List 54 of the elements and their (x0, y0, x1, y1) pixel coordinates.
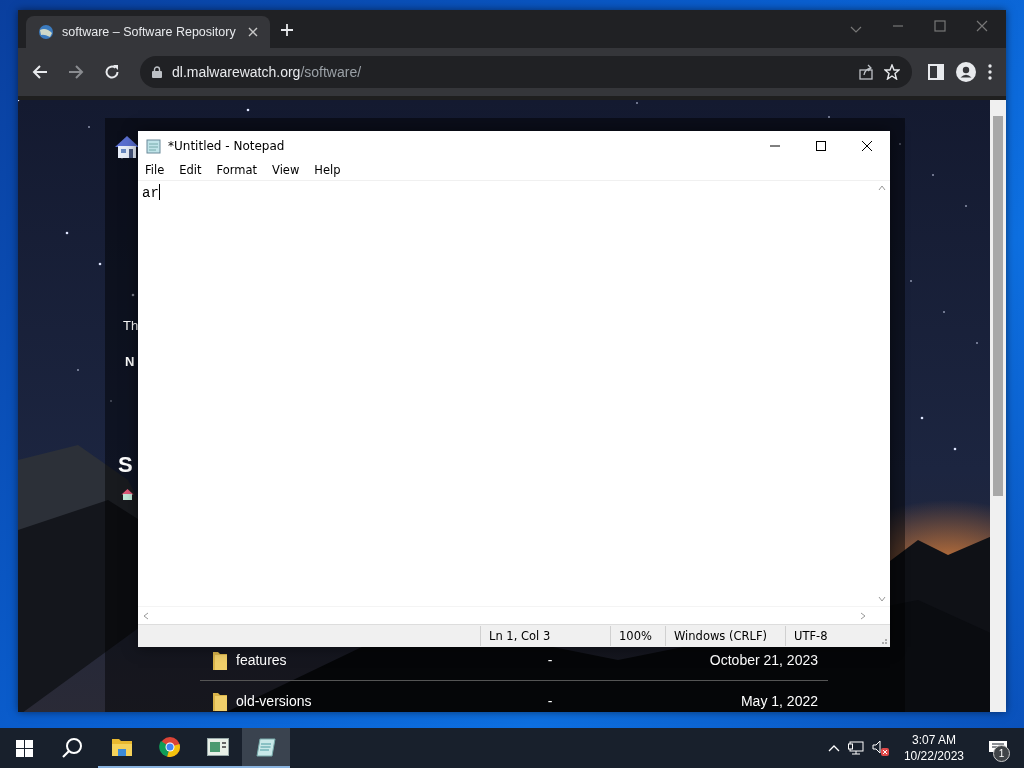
maximize-icon (815, 139, 827, 152)
menu-item[interactable]: Format (209, 163, 266, 177)
folder-icon (212, 649, 228, 671)
app-window-icon (207, 738, 229, 756)
chevron-down-icon[interactable] (850, 26, 862, 34)
start-icon (15, 739, 33, 757)
menu-item[interactable]: View (265, 163, 308, 177)
file-date: October 21, 2023 (708, 651, 818, 669)
count-badge: 1 (993, 745, 1010, 762)
menu-item[interactable]: Edit (172, 163, 210, 177)
menu-item[interactable]: File (138, 163, 173, 177)
menu-icon[interactable] (988, 64, 992, 80)
notifications-button[interactable]: 1 (978, 728, 1018, 768)
profile-icon[interactable] (956, 62, 976, 82)
side-panel-icon[interactable] (928, 64, 944, 80)
clock[interactable]: 3:07 AM 10/22/2023 (897, 732, 970, 764)
file-size: - (546, 692, 554, 710)
star-icon[interactable] (884, 64, 900, 80)
file-date: May 1, 2022 (739, 692, 818, 710)
browser-icon (159, 736, 181, 758)
globe-icon (38, 24, 54, 40)
notepad-icon (256, 737, 276, 757)
text-area[interactable]: ar (138, 181, 873, 606)
status-text: 100% (610, 626, 665, 646)
network-icon[interactable] (847, 741, 864, 755)
status-text: Windows (CRLF) (665, 626, 785, 646)
house-icon (114, 134, 140, 160)
folder-link[interactable]: features (236, 651, 512, 669)
heading: S (118, 452, 133, 478)
search-icon (61, 737, 83, 759)
house-icon (121, 488, 134, 501)
close-icon[interactable] (976, 20, 988, 32)
browser-tab[interactable]: software – Software Repository (26, 16, 270, 48)
share-icon[interactable] (858, 64, 874, 80)
lock-icon (152, 66, 162, 78)
volume-icon[interactable] (871, 740, 890, 756)
text: N (125, 354, 135, 369)
plus-icon (280, 22, 294, 37)
folder-link[interactable]: old-versions (236, 692, 512, 710)
notepad-icon (146, 137, 162, 154)
close-icon[interactable] (248, 27, 258, 37)
chevron-up-icon[interactable] (827, 744, 840, 752)
maximize-icon[interactable] (934, 20, 946, 32)
menu-item[interactable]: Help (307, 163, 349, 177)
notepad-button[interactable] (242, 728, 290, 768)
scrollbar[interactable] (990, 100, 1006, 712)
window-title: *Untitled - Notepad (168, 138, 286, 153)
folder-icon (212, 690, 228, 712)
file-explorer-icon (111, 737, 133, 757)
status-text: Ln 1, Col 3 (480, 626, 610, 646)
status-text: UTF-8 (785, 626, 875, 646)
text: Th (123, 318, 139, 333)
close-icon (861, 139, 873, 152)
file-size: - (546, 651, 554, 669)
